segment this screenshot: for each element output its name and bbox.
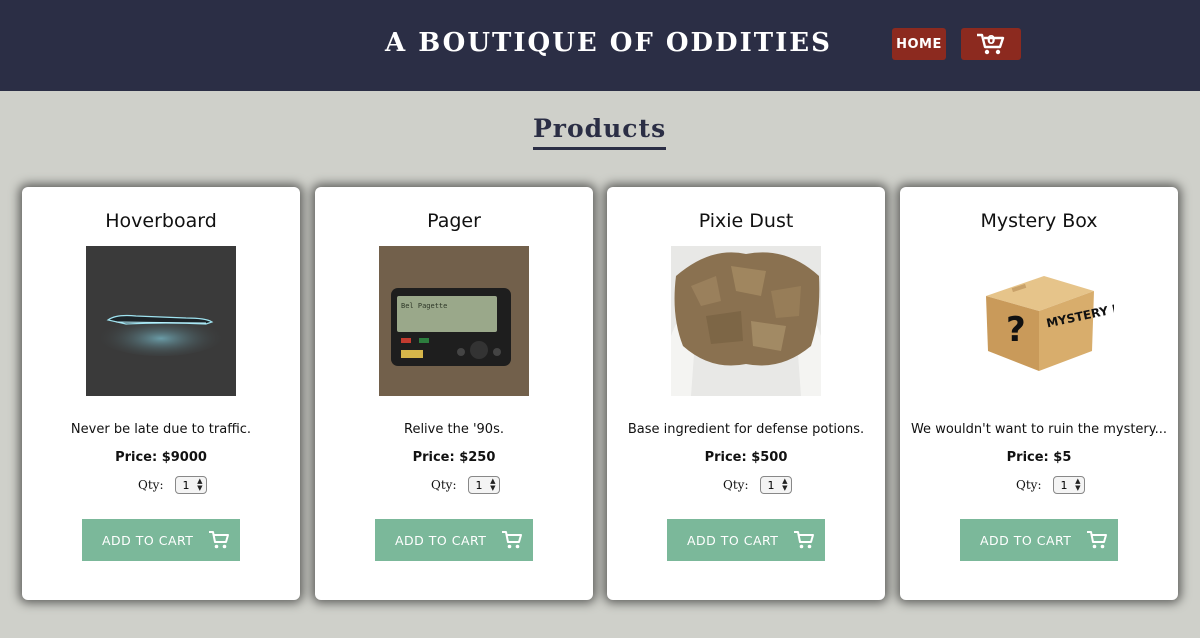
product-name: Pixie Dust bbox=[698, 210, 794, 232]
product-price: Price: $5 bbox=[1006, 450, 1072, 465]
add-to-cart-label: ADD TO CART bbox=[395, 532, 487, 548]
quantity-select[interactable]: 1 ▲ ▼ bbox=[468, 476, 501, 494]
product-name: Mystery Box bbox=[980, 210, 1098, 232]
select-arrows-icon: ▲ ▼ bbox=[1075, 477, 1081, 492]
quantity-value: 1 bbox=[475, 478, 483, 492]
quantity-select[interactable]: 1 ▲ ▼ bbox=[175, 476, 208, 494]
product-description: We wouldn't want to ruin the mystery... bbox=[910, 422, 1168, 437]
pager-image: Bel Pagette bbox=[379, 246, 529, 396]
quantity-select[interactable]: 1 ▲ ▼ bbox=[1053, 476, 1086, 494]
page-title: Products bbox=[533, 114, 667, 150]
cart-icon bbox=[209, 531, 229, 549]
cart-button[interactable]: 0 bbox=[961, 28, 1021, 60]
product-description: Base ingredient for defense potions. bbox=[627, 422, 865, 437]
product-name: Hoverboard bbox=[105, 210, 217, 232]
quantity-value: 1 bbox=[182, 478, 190, 492]
hoverboard-image bbox=[86, 246, 236, 396]
add-to-cart-label: ADD TO CART bbox=[980, 532, 1072, 548]
add-to-cart-label: ADD TO CART bbox=[102, 532, 194, 548]
add-to-cart-button[interactable]: ADD TO CART bbox=[960, 519, 1118, 561]
select-arrows-icon: ▲ ▼ bbox=[490, 477, 496, 492]
select-arrows-icon: ▲ ▼ bbox=[782, 477, 788, 492]
product-name: Pager bbox=[427, 210, 481, 232]
quantity-row: Qty: 1 ▲ ▼ bbox=[1016, 476, 1086, 494]
quantity-row: Qty: 1 ▲ ▼ bbox=[431, 476, 501, 494]
add-to-cart-label: ADD TO CART bbox=[687, 532, 779, 548]
add-to-cart-button[interactable]: ADD TO CART bbox=[375, 519, 533, 561]
quantity-value: 1 bbox=[1060, 478, 1068, 492]
product-card: Mystery Box ? MYSTERY BOX We wouldn't wa… bbox=[900, 187, 1178, 600]
cart-icon bbox=[502, 531, 522, 549]
product-card: Hoverboard Never be late due to traffic.… bbox=[22, 187, 300, 600]
product-description: Never be late due to traffic. bbox=[70, 422, 252, 437]
qty-label: Qty: bbox=[723, 478, 749, 492]
cart-icon bbox=[794, 531, 814, 549]
add-to-cart-button[interactable]: ADD TO CART bbox=[82, 519, 240, 561]
cart-count: 0 bbox=[987, 33, 996, 47]
product-price: Price: $9000 bbox=[115, 450, 207, 465]
add-to-cart-button[interactable]: ADD TO CART bbox=[667, 519, 825, 561]
home-button[interactable]: HOME bbox=[892, 28, 946, 60]
qty-label: Qty: bbox=[1016, 478, 1042, 492]
quantity-select[interactable]: 1 ▲ ▼ bbox=[760, 476, 793, 494]
cart-icon bbox=[1087, 531, 1107, 549]
select-arrows-icon: ▲ ▼ bbox=[197, 477, 203, 492]
site-header: A BOUTIQUE OF ODDITIES HOME 0 bbox=[0, 0, 1200, 91]
qty-label: Qty: bbox=[431, 478, 457, 492]
quantity-value: 1 bbox=[767, 478, 775, 492]
quantity-row: Qty: 1 ▲ ▼ bbox=[723, 476, 793, 494]
svg-text:?: ? bbox=[1006, 310, 1026, 350]
pager-screen-text: Bel Pagette bbox=[401, 302, 447, 310]
qty-label: Qty: bbox=[138, 478, 164, 492]
product-card: Pixie Dust Base ingredient for defense p… bbox=[607, 187, 885, 600]
product-price: Price: $500 bbox=[704, 450, 788, 465]
product-card: Pager Bel Pagette Relive the '90s. Price… bbox=[315, 187, 593, 600]
product-price: Price: $250 bbox=[412, 450, 496, 465]
mystery-box-image: ? MYSTERY BOX bbox=[964, 246, 1114, 396]
pixie-dust-image bbox=[671, 246, 821, 396]
product-description: Relive the '90s. bbox=[404, 422, 504, 437]
quantity-row: Qty: 1 ▲ ▼ bbox=[138, 476, 208, 494]
site-title: A BOUTIQUE OF ODDITIES bbox=[385, 28, 832, 58]
